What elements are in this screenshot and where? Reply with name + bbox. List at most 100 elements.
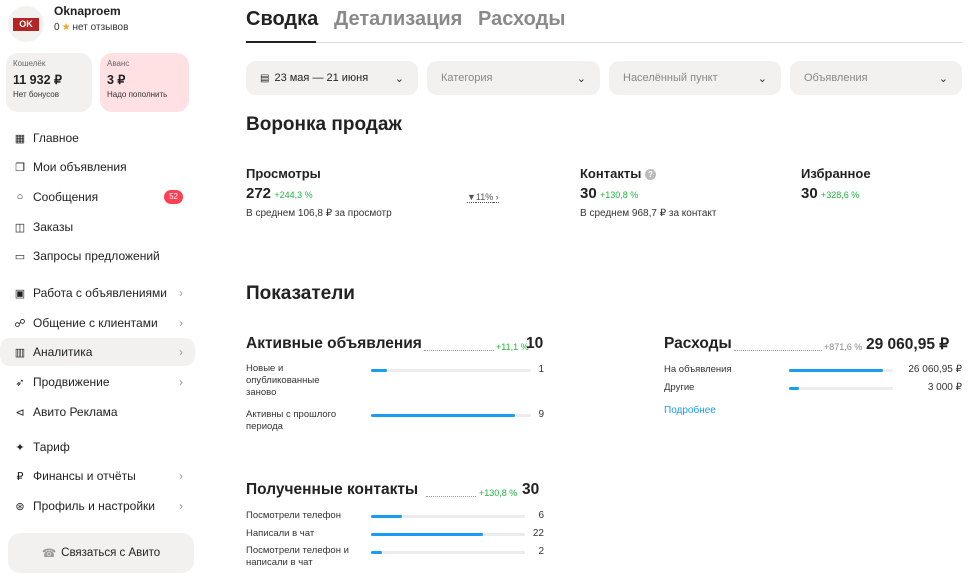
received-contacts-row-label: Посмотрели телефон xyxy=(246,510,341,521)
dotted-leader xyxy=(734,350,822,351)
expenses-row-label: Другие xyxy=(664,382,695,393)
received-contacts-row-value: 2 xyxy=(538,546,544,557)
sidebar-item-label: Авито Реклама xyxy=(33,405,118,419)
contact-avito-button[interactable]: ☎ Связаться с Авито xyxy=(8,533,194,573)
funnel-title: Воронка продаж xyxy=(246,114,402,135)
expenses-row-bar-fill xyxy=(789,387,800,390)
rocket-icon: ➶ xyxy=(15,376,25,389)
sidebar-item-tariff[interactable]: ✦ Тариф xyxy=(0,433,195,461)
received-contacts-row-bar xyxy=(371,515,525,518)
sidebar-item-label: Мои объявления xyxy=(33,160,127,174)
date-filter-value: 23 мая — 21 июня xyxy=(274,72,369,84)
received-contacts-row-bar-fill xyxy=(371,515,402,518)
chevron-down-icon: ⌄ xyxy=(394,72,404,85)
city-filter-placeholder: Населённый пункт xyxy=(623,72,718,84)
chevron-down-icon: ⌄ xyxy=(576,72,586,85)
received-contacts-row-bar-fill xyxy=(371,533,484,536)
sidebar-nav: ▦ Главное ❐ Мои объявления ○ Сообщения 52 ◫ З… xyxy=(0,0,195,520)
sidebar-item-requests[interactable]: ▭ Запросы предложений xyxy=(0,242,195,270)
dotted-leader xyxy=(424,350,494,351)
city-filter[interactable]: Населённый пункт ⌄ xyxy=(609,61,781,95)
grid-icon: ▦ xyxy=(14,132,26,145)
received-contacts-delta: +130,8 % xyxy=(479,488,518,498)
received-contacts-row-label: Написали в чат xyxy=(246,528,315,539)
sidebar-item-avito-ads[interactable]: ⊲ Авито Реклама xyxy=(0,398,195,426)
sidebar-item-finance[interactable]: ₽ Финансы и отчёты › xyxy=(0,462,195,490)
sidebar-item-orders[interactable]: ◫ Заказы xyxy=(0,213,195,241)
sidebar-item-analytics[interactable]: ▥ Аналитика › xyxy=(0,338,195,366)
sidebar-item-main[interactable]: ▦ Главное xyxy=(0,124,195,152)
chevron-right-icon: › xyxy=(179,499,183,513)
chat-icon: ○ xyxy=(16,191,24,203)
unread-badge: 52 xyxy=(164,190,183,204)
help-icon[interactable]: ? xyxy=(644,169,656,180)
box-icon: ◫ xyxy=(14,221,26,234)
contact-avito-label: Связаться с Авито xyxy=(61,547,161,559)
active-ads-row-label: Новые и опубликованные заново xyxy=(246,363,320,398)
active-ads-row-value: 9 xyxy=(538,409,544,420)
active-tab-indicator xyxy=(246,41,316,43)
views-delta: +244,3 % xyxy=(274,190,313,200)
chevron-right-icon: › xyxy=(493,192,499,203)
sidebar-item-ad-work[interactable]: ▣ Работа с объявлениями › xyxy=(0,279,195,307)
expenses-title: Расходы xyxy=(664,335,732,352)
conversion-link[interactable]: ▼11% › xyxy=(467,189,499,203)
contacts-delta: +130,8 % xyxy=(600,190,639,200)
sidebar-item-label: Финансы и отчёты xyxy=(33,469,136,483)
tab-summary[interactable]: Сводка xyxy=(246,8,318,31)
indicators-title: Показатели xyxy=(246,283,355,304)
sidebar-item-promotion[interactable]: ➶ Продвижение › xyxy=(0,368,195,396)
category-filter[interactable]: Категория ⌄ xyxy=(427,61,600,95)
favorites-value: 30 xyxy=(801,185,818,202)
received-contacts-value: 30 xyxy=(522,481,540,498)
tab-expenses[interactable]: Расходы xyxy=(478,8,565,31)
megaphone-icon: ⊲ xyxy=(15,406,25,419)
sidebar-item-profile[interactable]: ⊛ Профиль и настройки › xyxy=(0,492,195,520)
sidebar-item-label: Главное xyxy=(33,131,79,145)
work-icon: ▣ xyxy=(14,287,26,300)
expenses-row-bar xyxy=(789,369,893,372)
active-ads-row-bar xyxy=(371,414,531,417)
expenses-row-value: 3 000 ₽ xyxy=(927,382,962,393)
ads-icon: ❐ xyxy=(15,161,25,174)
people-icon: ☍ xyxy=(14,317,26,330)
category-filter-placeholder: Категория xyxy=(441,72,493,84)
views-value: 272 xyxy=(246,185,272,202)
ads-filter[interactable]: Объявления ⌄ xyxy=(790,61,962,95)
views-sub: В среднем 106,8 ₽ за просмотр xyxy=(246,208,392,219)
received-contacts-row-label: Посмотрели телефон и написали в чат xyxy=(246,545,349,568)
sidebar-item-clients[interactable]: ☍ Общение с клиентами › xyxy=(0,309,195,337)
sidebar-item-label: Аналитика xyxy=(33,345,93,359)
chevron-right-icon: › xyxy=(179,345,183,359)
sidebar-item-messages[interactable]: ○ Сообщения 52 xyxy=(0,183,195,211)
active-ads-row-value: 1 xyxy=(538,364,544,375)
chevron-right-icon: › xyxy=(179,469,183,483)
expenses-row-bar xyxy=(789,387,893,390)
chevron-down-icon: ⌄ xyxy=(757,72,767,85)
favorites-title: Избранное xyxy=(801,166,871,181)
favorites-delta: +328,6 % xyxy=(821,190,860,200)
active-ads-title: Активные объявления xyxy=(246,335,422,352)
conversion-value: 11% xyxy=(475,192,494,203)
chevron-down-icon: ⌄ xyxy=(938,72,948,85)
received-contacts-row-bar xyxy=(371,533,525,536)
calendar-icon: ▤ xyxy=(260,72,270,84)
sidebar-item-label: Тариф xyxy=(33,440,70,454)
sidebar-item-my-ads[interactable]: ❐ Мои объявления xyxy=(0,153,195,181)
sidebar-item-label: Общение с клиентами xyxy=(33,316,158,330)
contacts-value: 30 xyxy=(580,185,597,202)
chevron-right-icon: › xyxy=(179,286,183,300)
tab-details[interactable]: Детализация xyxy=(334,8,462,31)
active-ads-row-label: Активны с прошлого периода xyxy=(246,409,337,432)
settings-icon: ⊛ xyxy=(15,500,25,513)
active-ads-delta: +11,1 % xyxy=(496,342,529,352)
sidebar-item-label: Запросы предложений xyxy=(33,249,160,263)
filter-funnel-icon: ▼ xyxy=(467,192,476,203)
sidebar-item-label: Профиль и настройки xyxy=(33,499,155,513)
received-contacts-row-value: 22 xyxy=(532,528,544,539)
expenses-more-link[interactable]: Подробнее xyxy=(664,405,716,416)
date-filter[interactable]: ▤ 23 мая — 21 июня ⌄ xyxy=(246,61,418,95)
headset-icon: ☎ xyxy=(41,548,57,560)
expenses-row-value: 26 060,95 ₽ xyxy=(908,364,962,375)
received-contacts-row-value: 6 xyxy=(538,510,544,521)
